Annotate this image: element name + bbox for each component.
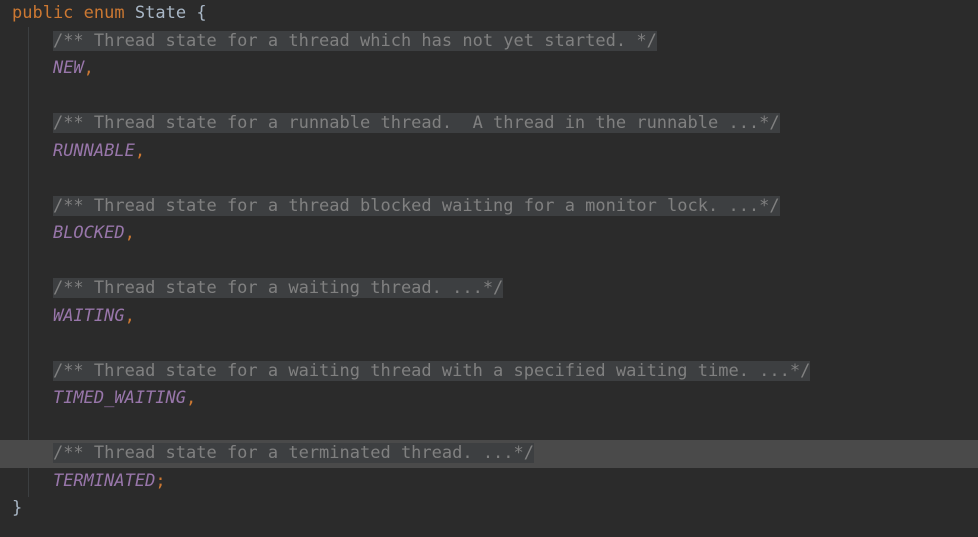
punctuation-token: , (124, 223, 135, 243)
keyword-token: public (12, 3, 74, 23)
punctuation-token: , (83, 58, 94, 78)
folded-comment[interactable]: /** Thread state for a thread blocked wa… (52, 195, 780, 216)
blank-line[interactable] (0, 330, 978, 358)
folded-comment[interactable]: /** Thread state for a terminated thread… (52, 443, 534, 463)
enum-constant-token: RUNNABLE (52, 140, 135, 161)
code-line[interactable]: NEW, (0, 55, 978, 83)
code-line[interactable]: /** Thread state for a waiting thread. .… (0, 275, 978, 303)
enum-constant-token: TIMED_WAITING (52, 388, 187, 408)
code-line[interactable]: /** Thread state for a waiting thread wi… (0, 358, 978, 386)
code-line[interactable]: /** Thread state for a terminated thread… (0, 440, 978, 468)
folded-comment[interactable]: /** Thread state for a runnable thread. … (52, 113, 780, 133)
code-line[interactable]: } (0, 495, 978, 523)
folded-comment[interactable]: /** Thread state for a waiting thread wi… (52, 360, 811, 381)
code-line[interactable]: /** Thread state for a thread blocked wa… (0, 193, 978, 221)
brace-token: } (12, 498, 23, 518)
punctuation-token: ; (155, 470, 166, 491)
type-token: State (134, 3, 187, 23)
blank-line[interactable] (0, 83, 978, 111)
code-line[interactable]: TERMINATED; (0, 468, 978, 496)
code-line[interactable]: TIMED_WAITING, (0, 385, 978, 413)
blank-line[interactable] (0, 165, 978, 193)
keyword-token: enum (83, 3, 125, 23)
code-line[interactable]: WAITING, (0, 303, 978, 331)
code-line[interactable]: /** Thread state for a runnable thread. … (0, 110, 978, 138)
code-line[interactable]: /** Thread state for a thread which has … (0, 28, 978, 56)
code-line[interactable]: RUNNABLE, (0, 138, 978, 166)
punctuation-token: , (134, 140, 146, 161)
punctuation-token: , (124, 305, 135, 326)
folded-comment[interactable]: /** Thread state for a thread which has … (52, 30, 657, 51)
folded-comment[interactable]: /** Thread state for a waiting thread. .… (52, 278, 504, 298)
blank-line[interactable] (0, 413, 978, 441)
blank-line[interactable] (0, 248, 978, 276)
code-content[interactable]: public enum State { /** Thread state for… (0, 0, 978, 523)
code-line[interactable]: public enum State { (0, 0, 978, 28)
brace-token: { (196, 3, 207, 23)
code-editor[interactable]: public enum State { /** Thread state for… (0, 0, 978, 537)
code-line[interactable]: BLOCKED, (0, 220, 978, 248)
enum-constant-token: NEW (52, 58, 84, 78)
punctuation-token: , (186, 388, 197, 408)
enum-constant-token: WAITING (52, 305, 125, 326)
enum-constant-token: BLOCKED (52, 223, 125, 243)
enum-constant-token: TERMINATED (52, 470, 156, 491)
